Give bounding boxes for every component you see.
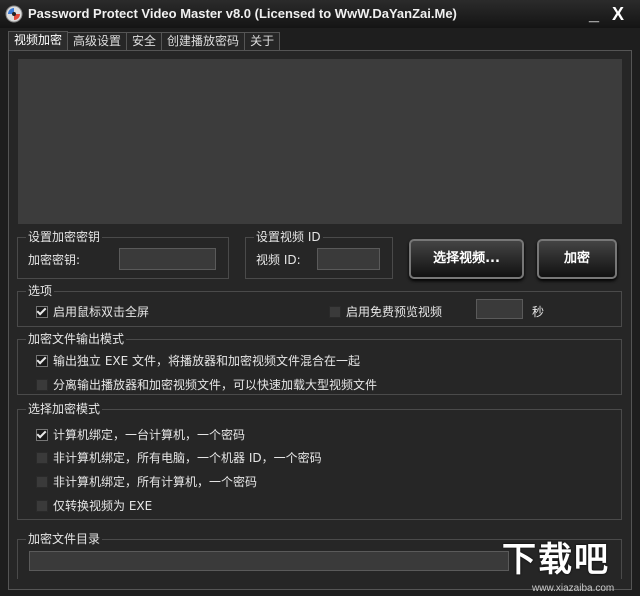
watermark-logo: 下载吧 www.xiazaiba.com [502, 540, 638, 596]
preview-option[interactable]: 启用免费预览视频 [329, 303, 442, 320]
encryption-key-group-title: 设置加密密钥 [26, 230, 103, 244]
output-dir-group-title: 加密文件目录 [26, 532, 103, 546]
fullscreen-option[interactable]: 启用鼠标双击全屏 [36, 303, 149, 320]
output-mode-option-separate[interactable]: 分离输出播放器和加密视频文件，可以快速加载大型视频文件 [36, 376, 377, 393]
watermark-url: www.xiazaiba.com [532, 583, 615, 594]
encryption-key-label: 加密密钥: [28, 253, 81, 267]
video-preview-area [18, 59, 622, 224]
output-dir-input[interactable] [29, 551, 509, 571]
bound-label: 计算机绑定，一台计算机，一个密码 [53, 428, 246, 442]
tab-advanced-settings[interactable]: 高级设置 [67, 32, 128, 50]
tab-video-encrypt[interactable]: 视频加密 [8, 31, 69, 51]
video-id-input[interactable] [317, 248, 380, 270]
encrypt-mode-option-bound[interactable]: 计算机绑定，一台计算机，一个密码 [36, 426, 245, 443]
output-exe-checkbox[interactable] [36, 354, 48, 367]
preview-seconds-input[interactable] [476, 299, 523, 319]
encrypt-mode-option-all[interactable]: 非计算机绑定，所有计算机，一个密码 [36, 473, 257, 490]
video-id-group-title: 设置视频 ID [254, 230, 323, 244]
tab-create-play-password[interactable]: 创建播放密码 [161, 32, 246, 50]
app-icon [5, 5, 23, 23]
output-exe-label: 输出独立 EXE 文件，将播放器和加密视频文件混合在一起 [53, 354, 361, 368]
close-button[interactable]: X [608, 4, 628, 24]
encrypt-mode-group-title: 选择加密模式 [26, 402, 103, 416]
seconds-unit-label: 秒 [532, 305, 545, 319]
tab-security[interactable]: 安全 [126, 32, 163, 50]
preview-checkbox[interactable] [329, 305, 341, 318]
all-computers-label: 非计算机绑定，所有计算机，一个密码 [53, 475, 258, 489]
tab-about[interactable]: 关于 [244, 32, 281, 50]
output-separate-checkbox[interactable] [36, 378, 48, 391]
output-mode-option-exe[interactable]: 输出独立 EXE 文件，将播放器和加密视频文件混合在一起 [36, 352, 360, 369]
encrypt-mode-option-machine-id[interactable]: 非计算机绑定，所有电脑，一个机器 ID，一个密码 [36, 449, 322, 466]
output-separate-label: 分离输出播放器和加密视频文件，可以快速加载大型视频文件 [53, 378, 378, 392]
video-id-label: 视频 ID: [256, 253, 301, 267]
window-title: Password Protect Video Master v8.0 (Lice… [28, 6, 457, 21]
machine-id-label: 非计算机绑定，所有电脑，一个机器 ID，一个密码 [53, 451, 322, 465]
fullscreen-option-label: 启用鼠标双击全屏 [53, 305, 150, 319]
machine-id-checkbox[interactable] [36, 451, 48, 464]
encrypt-button[interactable]: 加密 [537, 239, 617, 279]
minimize-button[interactable]: _ [584, 4, 604, 24]
exe-only-checkbox[interactable] [36, 499, 48, 512]
encryption-key-input[interactable] [119, 248, 216, 270]
bound-checkbox[interactable] [36, 428, 48, 441]
encrypt-mode-option-exe-only[interactable]: 仅转换视频为 EXE [36, 497, 152, 514]
watermark-main-text: 下载吧 [502, 540, 610, 580]
all-computers-checkbox[interactable] [36, 475, 48, 488]
title-bar: Password Protect Video Master v8.0 (Lice… [0, 0, 640, 28]
select-video-button[interactable]: 选择视频... [409, 239, 524, 279]
exe-only-label: 仅转换视频为 EXE [53, 499, 153, 513]
preview-option-label: 启用免费预览视频 [346, 305, 443, 319]
output-mode-group-title: 加密文件输出模式 [26, 332, 127, 346]
fullscreen-checkbox[interactable] [36, 305, 48, 318]
options-group-title: 选项 [26, 284, 55, 298]
tab-bar: 视频加密 高级设置 安全 创建播放密码 关于 [8, 31, 281, 51]
